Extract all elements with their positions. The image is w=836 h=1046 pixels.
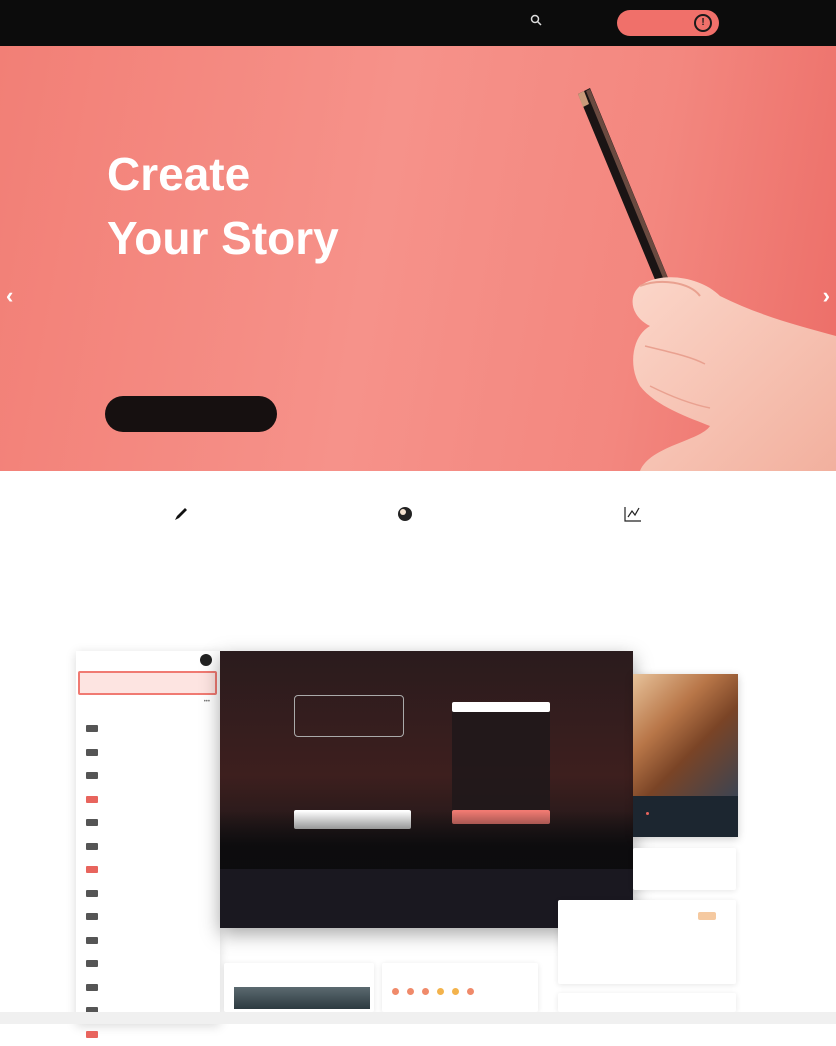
sidebar-item[interactable] (86, 717, 106, 741)
info-card-2[interactable] (558, 900, 736, 984)
bottom-strip (0, 1012, 836, 1024)
hero-banner: Create Your Story ‹ › (0, 46, 836, 471)
sidebar-item[interactable] (86, 788, 106, 812)
card-tag (698, 912, 716, 920)
photo-caption (643, 811, 649, 817)
sidebar-item[interactable] (86, 811, 106, 835)
more-options-icon[interactable]: ••• (204, 699, 210, 705)
sidebar-item[interactable] (86, 1023, 106, 1046)
sidebar-item[interactable] (86, 858, 106, 882)
brand-logo[interactable] (107, 14, 127, 32)
photo-card[interactable] (633, 674, 738, 837)
menu-item-icon (86, 866, 98, 873)
menu-item-icon (86, 984, 98, 991)
dashboard-sidebar: ••• (76, 651, 220, 1024)
dashboard-main-preview (220, 651, 633, 928)
menu-item-icon (86, 1031, 98, 1038)
swatch[interactable] (467, 988, 474, 995)
landscape-silhouette (220, 811, 633, 871)
menu-item-icon (86, 843, 98, 850)
phone-mockup (452, 702, 550, 824)
card-image (234, 987, 370, 1009)
photo-image (633, 674, 738, 796)
swatch[interactable] (437, 988, 444, 995)
sidebar-toggle-icon[interactable] (200, 654, 212, 666)
feature-column-2 (305, 505, 505, 545)
sidebar-item[interactable] (86, 764, 106, 788)
swatch[interactable] (452, 988, 459, 995)
swatch[interactable] (407, 988, 414, 995)
info-card-1[interactable] (633, 848, 736, 890)
main-frame-box (294, 695, 404, 737)
swatch-row (392, 988, 474, 995)
image-card[interactable] (224, 963, 374, 1012)
hero-title: Create Your Story (107, 142, 507, 270)
menu-item-icon (86, 913, 98, 920)
sidebar-item[interactable] (86, 882, 106, 906)
swatch[interactable] (422, 988, 429, 995)
sidebar-active-item[interactable] (78, 671, 217, 695)
status-dot (646, 812, 649, 815)
menu-item-icon (86, 749, 98, 756)
carousel-prev-arrow-icon[interactable]: ‹ (6, 283, 13, 309)
audience-icon (305, 505, 505, 525)
menu-item-icon (86, 960, 98, 967)
sidebar-item[interactable] (86, 835, 106, 859)
feature-column-1 (81, 505, 281, 545)
hero-title-line-2: Your Story (107, 206, 507, 270)
analytics-icon (533, 505, 733, 525)
feature-column-3 (533, 505, 733, 545)
menu-item-icon (86, 937, 98, 944)
sidebar-item[interactable] (86, 905, 106, 929)
swatch[interactable] (392, 988, 399, 995)
pen-icon (81, 505, 281, 525)
phone-search-bar[interactable] (452, 702, 550, 712)
carousel-next-arrow-icon[interactable]: › (823, 283, 830, 309)
sidebar-item[interactable] (86, 741, 106, 765)
nav-cta-button[interactable]: ! (617, 10, 719, 36)
info-card-3[interactable] (558, 993, 736, 1012)
sidebar-item[interactable] (86, 952, 106, 976)
color-swatch-card[interactable] (382, 963, 538, 1012)
sidebar-item[interactable] (86, 929, 106, 953)
menu-item-icon (86, 890, 98, 897)
alert-icon: ! (694, 14, 712, 32)
menu-item-icon (86, 772, 98, 779)
sidebar-menu (86, 717, 106, 1046)
menu-item-icon (86, 725, 98, 732)
menu-item-icon (86, 796, 98, 803)
top-navbar: ! (0, 0, 836, 46)
sidebar-item[interactable] (86, 976, 106, 1000)
menu-item-icon (86, 819, 98, 826)
hero-title-line-1: Create (107, 142, 507, 206)
search-icon[interactable] (530, 14, 544, 28)
hero-cta-button[interactable] (105, 396, 277, 432)
